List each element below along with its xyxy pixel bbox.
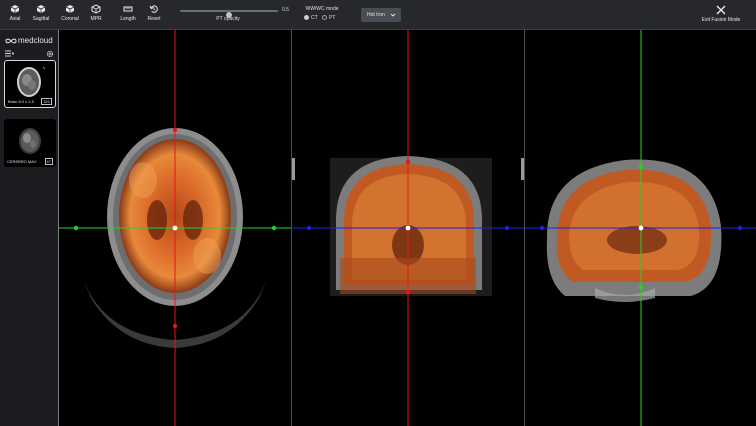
pt-opacity-label: PT opacity — [216, 16, 240, 22]
wwwc-ct-label: CT — [311, 15, 318, 21]
colormap-value: Hot Iron — [367, 12, 385, 18]
ruler-icon — [123, 6, 133, 12]
coronal-label: Coronal — [61, 16, 79, 22]
pt-opacity-slider[interactable] — [180, 10, 278, 18]
axial-fused-image — [59, 30, 291, 426]
crosshair-handle[interactable] — [638, 284, 644, 290]
crosshair-handle[interactable] — [638, 164, 644, 170]
toolbar: Axial Sagittal Coronal MPR Length Reset … — [0, 0, 756, 30]
crosshair-handle[interactable] — [737, 225, 743, 231]
cube-coronal-icon — [65, 5, 75, 13]
reset-button[interactable]: Reset — [140, 4, 168, 22]
coronal-button[interactable]: Coronal — [56, 4, 84, 22]
cortex-hotspot — [193, 238, 221, 274]
series-sidebar: medcloud Brain 5.0 x 2.5 321 CEREBRO MAC… — [0, 30, 58, 426]
collapse-list-icon[interactable] — [5, 50, 14, 57]
radio-unselected-icon — [322, 15, 327, 20]
cube-mpr-icon — [91, 4, 101, 14]
axial-viewport[interactable] — [58, 30, 291, 426]
crosshair-handle[interactable] — [504, 225, 510, 231]
close-icon — [716, 5, 726, 15]
reset-label: Reset — [147, 16, 161, 22]
series-thumbnail-2[interactable]: CEREBRO MAC 47 — [4, 119, 56, 167]
crosshair-handle[interactable] — [172, 323, 178, 329]
coronal-fused-image — [292, 30, 524, 426]
chevron-down-icon — [390, 13, 396, 17]
sagittal-button[interactable]: Sagittal — [27, 4, 55, 22]
sagittal-fused-image — [525, 30, 756, 426]
gear-icon[interactable] — [46, 50, 54, 58]
radio-selected-icon — [304, 15, 309, 20]
length-label: Length — [120, 16, 136, 22]
ventricles — [607, 226, 667, 254]
pet-ct-fusion-viewer: Axial Sagittal Coronal MPR Length Reset … — [0, 0, 756, 426]
scale-bar — [292, 158, 295, 180]
series-image-count: 47 — [44, 158, 53, 165]
crosshair-handle[interactable] — [271, 225, 277, 231]
sagittal-label: Sagittal — [32, 16, 50, 22]
brand-name: medcloud — [18, 36, 53, 45]
crosshair-handle[interactable] — [405, 159, 411, 165]
series-thumbnail-1[interactable]: Brain 5.0 x 2.5 321 — [4, 60, 56, 108]
pt-opacity-control: 0.5 PT opacity — [178, 6, 290, 24]
pt-opacity-value: 0.5 — [282, 7, 289, 13]
exit-fusion-label: Exit Fusion Mode — [701, 17, 741, 23]
wwwc-mode-group: WW/WC mode CT PT — [304, 6, 348, 26]
crosshair-handle[interactable] — [172, 127, 178, 133]
crosshair-handle[interactable] — [306, 225, 312, 231]
ventricle-left — [147, 200, 167, 240]
crosshair-handle[interactable] — [539, 225, 545, 231]
sagittal-viewport[interactable] — [524, 30, 756, 426]
crosshair-handle[interactable] — [73, 225, 79, 231]
ventricle-right — [183, 200, 203, 240]
colormap-select[interactable]: Hot Iron — [361, 8, 401, 22]
crosshair-center[interactable] — [638, 225, 644, 231]
exit-fusion-button[interactable]: Exit Fusion Mode — [696, 4, 746, 23]
wwwc-mode-label: WW/WC mode — [305, 6, 339, 12]
wwwc-pt-label: PT — [329, 15, 336, 21]
crosshair-center[interactable] — [172, 225, 178, 231]
cube-axial-icon — [10, 5, 20, 13]
wwwc-ct-radio[interactable]: CT — [304, 15, 318, 21]
medcloud-logo-icon — [5, 38, 17, 44]
crosshair-handle[interactable] — [405, 289, 411, 295]
series-label: Brain 5.0 x 2.5 — [8, 99, 34, 104]
series-label: CEREBRO MAC — [7, 159, 37, 164]
mpr-label: MPR — [90, 16, 102, 22]
reset-icon — [149, 5, 158, 13]
crosshair-center[interactable] — [405, 225, 411, 231]
length-button[interactable]: Length — [114, 4, 142, 22]
axial-button[interactable]: Axial — [1, 4, 29, 22]
cortex-hotspot — [129, 162, 157, 198]
wwwc-pt-radio[interactable]: PT — [322, 15, 335, 21]
mpr-button[interactable]: MPR — [82, 4, 110, 22]
series-image-count: 321 — [41, 98, 52, 105]
cube-sagittal-icon — [36, 5, 46, 13]
axial-label: Axial — [9, 16, 21, 22]
coronal-viewport[interactable] — [291, 30, 524, 426]
